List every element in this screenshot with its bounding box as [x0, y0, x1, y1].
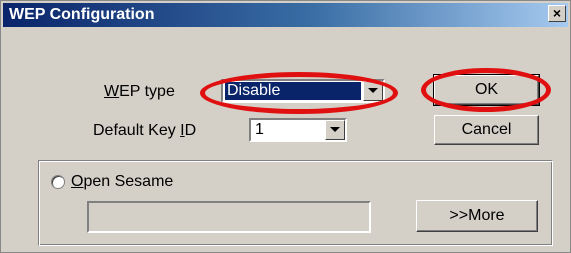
close-icon: ×: [552, 5, 562, 21]
default-key-label-rest: D: [184, 122, 197, 139]
default-key-id-select[interactable]: 1: [249, 118, 347, 142]
wep-type-label: WEP type: [104, 83, 175, 101]
wep-type-value: Disable: [225, 82, 361, 100]
default-key-label-prefix: Default Key: [93, 122, 181, 139]
cancel-button[interactable]: Cancel: [434, 115, 539, 145]
open-sesame-radio[interactable]: [51, 175, 65, 189]
default-key-id-value: 1: [255, 121, 264, 138]
wep-type-select[interactable]: Disable: [221, 79, 385, 103]
chevron-down-icon: [330, 127, 340, 132]
more-button[interactable]: >>More: [416, 200, 538, 232]
default-key-id-dropdown-button[interactable]: [325, 120, 345, 140]
window-title: WEP Configuration: [9, 6, 155, 23]
default-key-id-label: Default Key ID: [93, 122, 196, 140]
ok-button[interactable]: OK: [433, 74, 540, 106]
wep-configuration-dialog: WEP Configuration × WEP type Disable Def…: [0, 0, 571, 253]
chevron-down-icon: [368, 88, 378, 93]
open-sesame-label-rest: pen Sesame: [83, 173, 174, 190]
open-sesame-input[interactable]: [87, 201, 371, 233]
close-button[interactable]: ×: [548, 5, 566, 22]
open-sesame-label[interactable]: Open Sesame: [71, 173, 173, 191]
open-sesame-label-mnemonic: O: [71, 173, 84, 190]
wep-type-label-rest: EP type: [119, 83, 175, 100]
wep-type-label-mnemonic: W: [104, 83, 120, 100]
wep-type-dropdown-button[interactable]: [363, 81, 383, 101]
title-bar: WEP Configuration ×: [3, 3, 568, 27]
